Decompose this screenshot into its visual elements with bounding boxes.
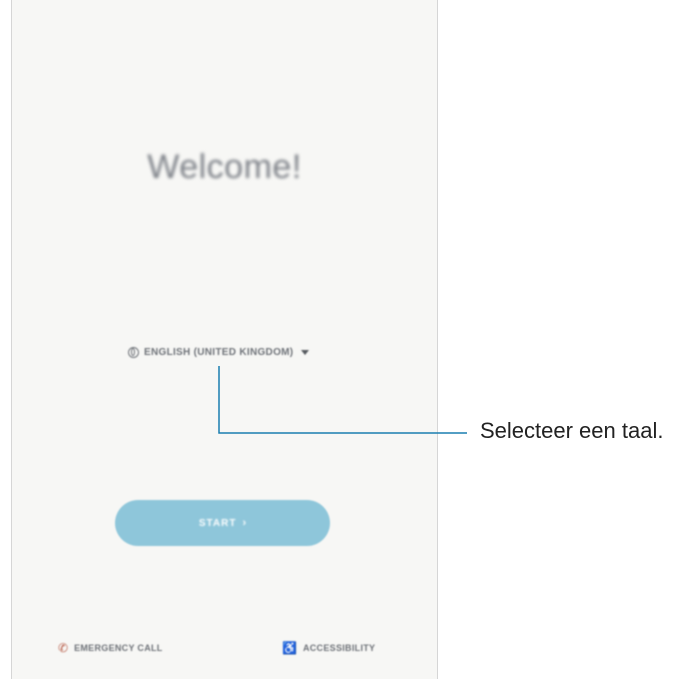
accessibility-button[interactable]: ♿ ACCESSIBILITY [282, 638, 375, 658]
emergency-call-button[interactable]: ✆ EMERGENCY CALL [58, 638, 163, 658]
phone-icon: ✆ [58, 641, 69, 655]
dropdown-triangle-icon [301, 349, 310, 355]
start-button[interactable]: START › [115, 500, 330, 546]
language-selector[interactable]: ENGLISH (UNITED KINGDOM) [128, 340, 310, 364]
globe-icon [128, 346, 139, 358]
callout-text: Selecteer een taal. [480, 418, 664, 443]
emergency-call-label: EMERGENCY CALL [74, 643, 163, 653]
start-label: START [198, 517, 237, 529]
chevron-right-icon: › [242, 517, 247, 529]
welcome-title: Welcome! [147, 148, 302, 186]
language-label: ENGLISH (UNITED KINGDOM) [144, 346, 294, 358]
accessibility-label: ACCESSIBILITY [302, 643, 376, 653]
phone-screen: Welcome! ENGLISH (UNITED KINGDOM) START … [11, 0, 438, 679]
accessibility-icon: ♿ [282, 641, 297, 655]
